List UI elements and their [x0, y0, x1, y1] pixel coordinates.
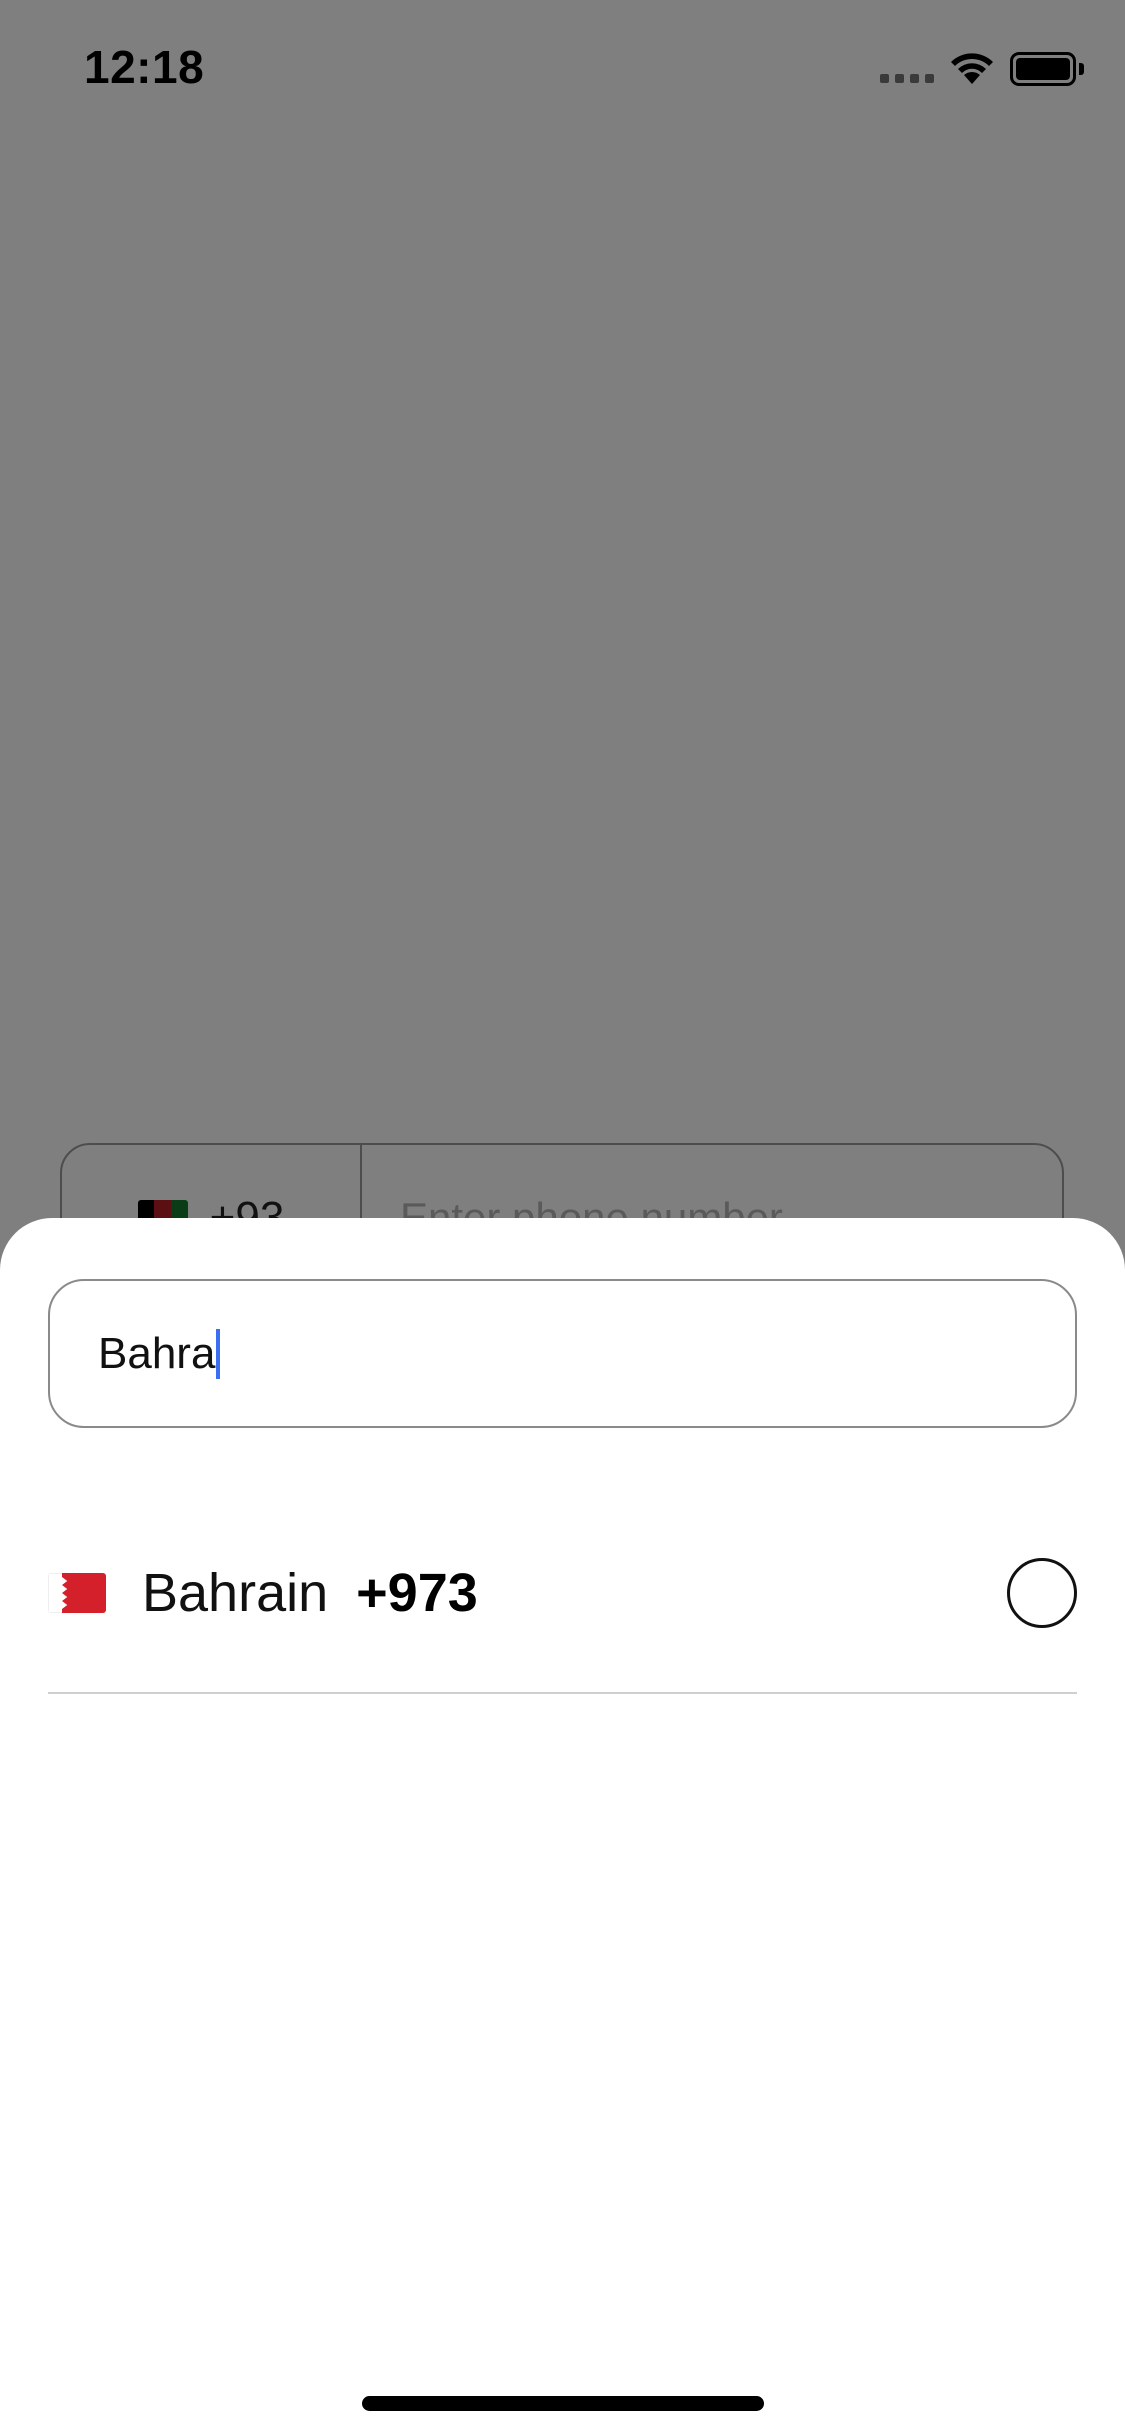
- status-time: 12:18: [84, 41, 205, 93]
- list-divider: [48, 1692, 1077, 1694]
- bahrain-flag-icon: [48, 1573, 106, 1613]
- country-dial-code: +973: [356, 1563, 478, 1623]
- status-bar: 12:18: [0, 0, 1125, 140]
- home-indicator[interactable]: [362, 2396, 764, 2411]
- select-radio-button[interactable]: [1007, 1558, 1077, 1628]
- country-name: Bahrain: [142, 1563, 329, 1623]
- text-caret: [216, 1328, 221, 1379]
- country-list-item[interactable]: Bahrain +973: [48, 1518, 1077, 1668]
- cellular-signal-icon: [880, 74, 934, 83]
- country-search-input[interactable]: Bahra: [48, 1279, 1077, 1428]
- search-input-value: Bahra: [98, 1328, 216, 1378]
- battery-icon: [1010, 52, 1076, 86]
- screen: +93 Enter phone number 12:18 Bahra B: [0, 0, 1125, 2436]
- battery-nub: [1079, 63, 1084, 75]
- wifi-icon: [951, 53, 993, 84]
- country-picker-sheet: Bahra Bahrain +973: [0, 1218, 1125, 2436]
